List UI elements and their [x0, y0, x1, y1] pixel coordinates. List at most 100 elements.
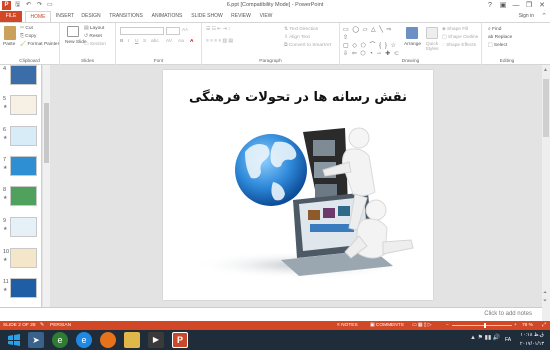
italic-icon[interactable]: I — [128, 39, 129, 45]
font-color-icon[interactable]: A — [190, 39, 193, 45]
start-button-icon[interactable] — [6, 332, 24, 348]
shape-effects-button[interactable]: ◌ Shape Effects — [442, 43, 476, 49]
font-name-box[interactable] — [120, 27, 164, 35]
replace-button[interactable]: ab Replace — [488, 35, 512, 41]
tab-view[interactable]: VIEW — [256, 11, 276, 22]
thumb-number: 4 — [3, 66, 7, 72]
copy-button[interactable]: ⎘ Copy — [20, 34, 36, 40]
thumbnail-slide-6[interactable] — [10, 126, 37, 146]
restore-button[interactable]: ❐ — [523, 0, 535, 11]
comments-button[interactable]: ▣ COMMENTS — [370, 321, 404, 330]
powerpoint-taskbar-icon[interactable]: P — [172, 332, 188, 348]
windows-taskbar: ➤ e e ▶ P ▲ ⚑ ▮▮ 🔊 FA ۱۰:۱۸ ق.ظ ۲۰۱۷/۰۱/… — [0, 330, 550, 350]
internet-explorer-icon[interactable]: e — [52, 332, 68, 348]
quick-styles-icon[interactable] — [426, 27, 438, 39]
notes-pane[interactable]: Click to add notes — [0, 307, 542, 321]
paste-icon[interactable] — [4, 26, 16, 40]
help-button[interactable]: ? — [484, 0, 496, 11]
underline-icon[interactable]: U — [135, 39, 138, 45]
layout-button[interactable]: ▤ Layout — [84, 26, 104, 32]
change-case-icon[interactable]: Aa — [178, 39, 184, 45]
select-button[interactable]: ⬚ Select — [488, 43, 507, 49]
tab-review[interactable]: REVIEW — [228, 11, 254, 22]
find-button[interactable]: ⌕ Find — [488, 27, 501, 33]
reset-button[interactable]: ↺ Reset — [84, 34, 102, 40]
thumbnail-slide-9[interactable] — [10, 217, 37, 237]
zoom-plus-icon[interactable]: + — [514, 321, 517, 330]
zoom-slider-handle[interactable] — [484, 323, 486, 328]
bold-icon[interactable]: B — [120, 39, 123, 45]
clock-date[interactable]: ۲۰۱۷/۰۱/۱۳ — [516, 341, 548, 347]
shapes-gallery[interactable]: ▭ ◯ ▱ △ ╲ ⇨ ⇧ ▢ ◇ ⬠ ⌒ { } ☆ ⇩ ⇦ ⬡ ◔ ∽ ✚ ⊂ — [343, 26, 401, 57]
font-size-box[interactable] — [166, 27, 180, 35]
shape-outline-button[interactable]: ▢ Shape Outline — [442, 35, 478, 41]
tray-icons[interactable]: ▲ ⚑ ▮▮ 🔊 — [470, 334, 500, 341]
cut-button[interactable]: ✂ Cut — [20, 26, 33, 32]
shadow-icon[interactable]: S — [143, 39, 146, 45]
thumbnail-slide-10[interactable] — [10, 248, 37, 268]
media-player-icon[interactable]: ▶ — [148, 332, 164, 348]
ie-browser-icon[interactable]: e — [76, 332, 92, 348]
tab-design[interactable]: DESIGN — [79, 11, 103, 22]
tab-transitions[interactable]: TRANSITIONS — [107, 11, 145, 22]
close-button[interactable]: ✕ — [536, 0, 548, 11]
align-text-button[interactable]: ⇳ Align Text — [284, 35, 310, 41]
thumbnail-slide-7[interactable] — [10, 156, 37, 176]
file-explorer-icon[interactable] — [124, 332, 140, 348]
thumbnail-scrollbar[interactable] — [43, 65, 50, 321]
window-title: 6.ppt [Compatibility Mode] - PowerPoint — [226, 2, 324, 8]
strikethrough-icon[interactable]: abc — [151, 39, 159, 45]
animation-star-icon: ★ — [3, 195, 8, 201]
bullets-icon[interactable]: ☰ ☷ ⇤ ⇥ ↕ — [206, 27, 230, 33]
zoom-level[interactable]: 78 % — [522, 321, 533, 330]
thumbnail-slide-4[interactable] — [10, 65, 37, 85]
zoom-minus-icon[interactable]: − — [446, 321, 449, 330]
next-slide-icon[interactable]: ⏷ — [543, 298, 547, 304]
slide-canvas[interactable]: نقش رسانه ها در تحولات فرهنگی — [163, 70, 433, 300]
collapse-ribbon-icon[interactable]: ⌃ — [541, 12, 547, 20]
slides-group: New Slide ▤ Layout ↺ Reset ▭ Section Sli… — [60, 23, 116, 65]
thumbnail-slide-5[interactable] — [10, 95, 37, 115]
spelling-icon[interactable]: ✎ — [40, 321, 44, 330]
tab-file[interactable]: FILE — [0, 11, 22, 22]
tab-animations[interactable]: ANIMATIONS — [148, 11, 186, 22]
language-status[interactable]: PERSIAN — [50, 321, 71, 330]
grow-font-icon[interactable]: A˄ — [182, 28, 188, 34]
sign-in-link[interactable]: Sign in — [519, 11, 534, 22]
prev-slide-icon[interactable]: ⏶ — [543, 290, 547, 296]
firefox-icon[interactable] — [100, 332, 116, 348]
fit-slide-icon[interactable]: ⤢ — [542, 321, 546, 330]
new-slide-icon[interactable] — [67, 26, 79, 37]
clock-time[interactable]: ۱۰:۱۸ ق.ظ — [516, 332, 548, 338]
input-language[interactable]: FA — [505, 337, 511, 343]
animation-star-icon: ★ — [3, 135, 8, 141]
convert-smartart-button[interactable]: ⧉ Convert to SmartArt — [284, 43, 331, 49]
notes-button[interactable]: ≡ NOTES — [337, 321, 358, 330]
paste-button[interactable]: Paste — [3, 42, 15, 48]
char-spacing-icon[interactable]: AV — [166, 39, 172, 45]
zoom-slider[interactable] — [452, 325, 512, 326]
tab-insert[interactable]: INSERT — [54, 11, 76, 22]
quick-styles-button[interactable]: Quick Styles — [424, 42, 440, 52]
ribbon-display-button[interactable]: ▣ — [497, 0, 509, 11]
view-buttons[interactable]: ▭ ▦ ▯ ▷ — [412, 321, 431, 330]
scroll-thumb[interactable] — [543, 79, 549, 137]
text-direction-button[interactable]: ⇅ Text Direction — [284, 27, 318, 33]
arrange-icon[interactable] — [406, 27, 418, 39]
thumbnail-slide-8[interactable] — [10, 186, 37, 206]
scroll-up-icon[interactable]: ▲ — [543, 67, 548, 73]
thumbnail-slide-11[interactable] — [10, 278, 37, 298]
status-bar: SLIDE 2 OF 28 ✎ PERSIAN ≡ NOTES ▣ COMMEN… — [0, 321, 550, 330]
telegram-icon[interactable]: ➤ — [28, 332, 44, 348]
vertical-scrollbar[interactable]: ▲ ⏶ ⏷ — [542, 65, 550, 321]
section-button[interactable]: ▭ Section — [84, 42, 106, 48]
thumbnail-scroll-thumb[interactable] — [44, 103, 49, 163]
tab-home[interactable]: HOME — [25, 11, 51, 22]
minimize-button[interactable]: — — [510, 0, 522, 11]
align-icons[interactable]: ≡ ≡ ≡ ≡ ▥ ▤ — [206, 39, 233, 45]
format-painter-button[interactable]: 🖌 Format Painter — [20, 42, 59, 48]
shape-fill-button[interactable]: ◈ Shape Fill — [442, 27, 468, 33]
arrange-button[interactable]: Arrange — [404, 42, 421, 48]
tab-slide-show[interactable]: SLIDE SHOW — [189, 11, 225, 22]
thumb-number: 7 — [3, 157, 7, 163]
